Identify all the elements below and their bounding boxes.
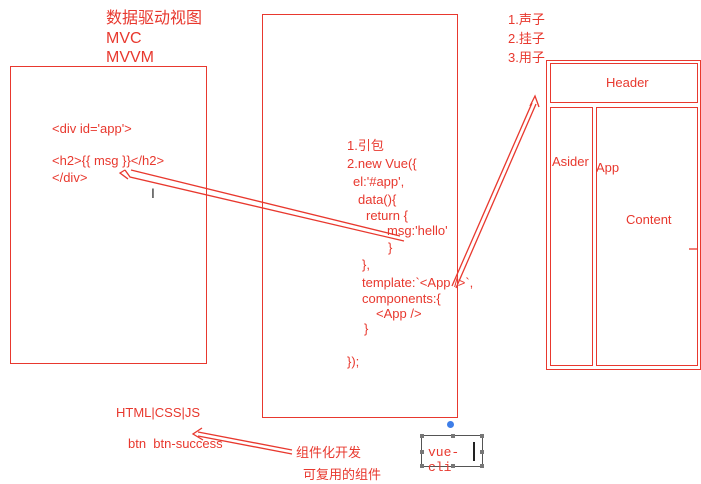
- arrow-to-btn-classes: [197, 431, 293, 451]
- arrows-layer: [118, 94, 697, 455]
- arrow-to-html-template: [124, 169, 405, 242]
- arrow-to-component-list: [451, 102, 533, 287]
